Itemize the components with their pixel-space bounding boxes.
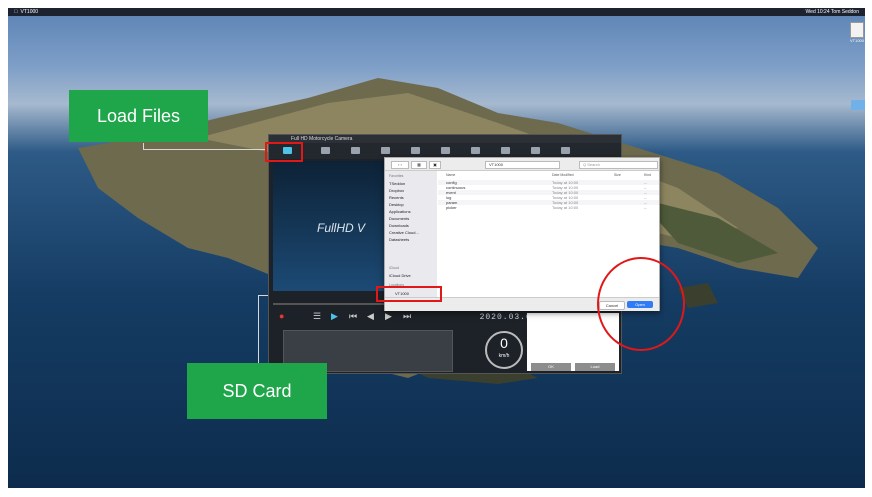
load-button[interactable]: Load [575,363,615,371]
load-files-connector-v [143,143,144,150]
settings-icon[interactable] [441,147,450,154]
sidebar-item-datasheets[interactable]: Datasheets [389,237,409,242]
forward-icon[interactable]: ▶ [385,311,392,322]
file-date: Today at 10:00 [552,205,579,210]
sidebar-item-recents[interactable]: Recents [389,195,404,200]
apple-icon[interactable]:  [14,9,18,15]
video-logo: FullHD V [317,221,366,235]
video-icon[interactable] [381,147,390,154]
sidebar-item-creative-cloud[interactable]: Creative Cloud... [389,230,419,235]
app-title-bar: Full HD Motorcycle Camera [269,135,621,143]
info-icon[interactable] [561,147,570,154]
sidebar-item-downloads[interactable]: Downloads [389,223,409,228]
back-forward-icon[interactable]: ‹ › [391,161,409,169]
app-menu-name[interactable]: VT1000 [21,9,39,15]
menu-bar:  VT1000 Wed 10:24 Tom Seddon [8,8,865,16]
camera-icon[interactable] [411,147,420,154]
sd-card-connector-v [258,295,259,365]
export-icon[interactable] [531,147,540,154]
folder-icon[interactable] [471,147,480,154]
file-size: -- [644,205,647,210]
speed-unit: km/h [498,353,510,359]
sidebar-item-desktop[interactable]: Desktop [389,202,404,207]
icloud-header: iCloud [389,266,399,270]
skip-forward-icon[interactable]: ⏭ [403,311,411,322]
load-files-connector [143,149,267,150]
dialog-sidebar: Favorites TSeddon Dropbox Recents Deskto… [385,171,437,297]
dialog-toolbar: ‹ › ▦ ▣ VT1000 Q Search [385,158,659,171]
upload-icon[interactable] [321,147,330,154]
rewind-icon[interactable]: ◀ [367,311,374,322]
sd-card-callout: SD Card [187,363,327,419]
folder-icon[interactable] [851,100,865,110]
load-files-callout: Load Files [69,90,208,142]
column-size[interactable]: Size [614,173,621,177]
file-name: picker [446,205,457,210]
skip-back-icon[interactable]: ⏮ [349,311,357,322]
column-kind[interactable]: Kind [644,173,651,177]
drive-icon[interactable]: VT1000 [850,22,864,43]
play-icon[interactable]: ▶ [331,311,338,322]
ok-button[interactable]: OK [531,363,571,371]
menu-bar-status: Wed 10:24 Tom Seddon [805,9,859,15]
sd-card-highlight [376,286,442,302]
sidebar-item-applications[interactable]: Applications [389,209,411,214]
sidebar-item-dropbox[interactable]: Dropbox [389,188,404,193]
folder-view-icon[interactable]: ▣ [429,161,441,169]
speed-value: 0 [500,335,508,351]
location-label: VT1000 [489,162,504,167]
menu-icon[interactable]: ☰ [313,311,321,322]
record-icon[interactable]: ● [279,311,284,321]
file-row[interactable]: picker Today at 10:00 -- [438,205,659,210]
drive-icon-label: VT1000 [850,38,865,43]
gear-icon[interactable] [501,147,510,154]
column-name[interactable]: Name [446,173,455,177]
sidebar-item-documents[interactable]: Documents [389,216,409,221]
open-button-highlight [597,257,685,351]
load-files-highlight [265,142,303,162]
speedometer: 0 km/h [485,331,523,369]
location-select[interactable]: VT1000 [485,161,560,169]
sidebar-item-tseddon[interactable]: TSeddon [389,181,405,186]
video-preview: FullHD V [273,161,385,291]
favorites-header: Favorites [389,174,404,178]
column-date[interactable]: Date Modified [552,173,574,177]
sidebar-item-icloud-drive[interactable]: iCloud Drive [389,273,411,278]
cloud-icon[interactable] [351,147,360,154]
view-mode-icon[interactable]: ▦ [411,161,427,169]
search-input[interactable]: Q Search [579,161,658,169]
